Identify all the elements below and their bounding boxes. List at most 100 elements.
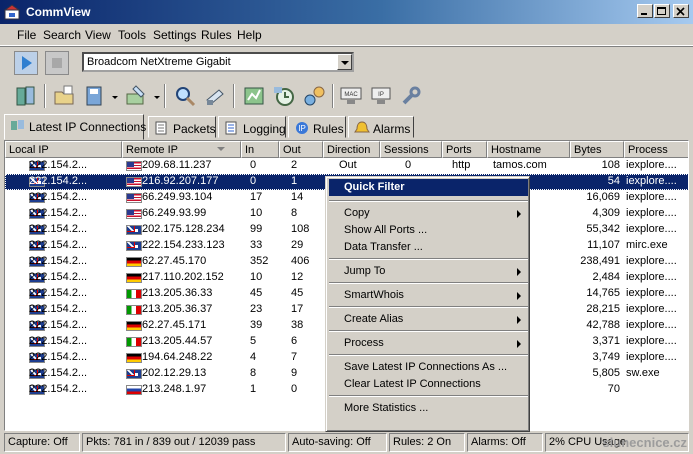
statistics-icon[interactable] (242, 84, 266, 108)
country-flag-icon (126, 353, 142, 363)
cell-bytes: 14,765 (586, 287, 620, 299)
view-tabs: Latest IP Connections Packets Logging IP… (0, 114, 693, 140)
cell-proc: iexplore.... (626, 223, 677, 235)
column-hostname[interactable]: Hostname (487, 141, 570, 158)
commview-app-icon (4, 4, 20, 20)
column-direction[interactable]: Direction (323, 141, 380, 158)
menu-item-quick-filter[interactable]: Quick Filter (329, 179, 528, 196)
menu-item-create-alias[interactable]: Create Alias (329, 311, 528, 328)
column-process[interactable]: Process (624, 141, 688, 158)
menu-item-clear-latest-ip-connections[interactable]: Clear Latest IP Connections (329, 376, 528, 393)
menu-tools[interactable]: Tools (118, 28, 146, 42)
menu-item-save-latest-ip-connections-as[interactable]: Save Latest IP Connections As ... (329, 359, 528, 376)
cell-in: 39 (250, 319, 263, 331)
menu-help[interactable]: Help (237, 28, 262, 42)
cell-remote: 213.205.44.57 (142, 335, 213, 347)
cell-bytes: 2,484 (592, 271, 620, 283)
cell-bytes: 16,069 (586, 191, 620, 203)
ip-aliases-icon[interactable] (302, 84, 326, 108)
cell-remote: 213.205.36.33 (142, 287, 213, 299)
toolbar-separator (332, 84, 334, 108)
menu-search[interactable]: Search (43, 28, 81, 42)
open-folder-icon[interactable] (53, 84, 77, 108)
menu-item-data-transfer[interactable]: Data Transfer ... (329, 239, 528, 256)
country-flag-icon (126, 241, 142, 251)
tab-packets[interactable]: Packets (148, 116, 216, 138)
cell-out: 108 (291, 223, 310, 235)
cell-bytes: 3,749 (592, 351, 620, 363)
column-bytes[interactable]: Bytes (570, 141, 624, 158)
menu-settings[interactable]: Settings (153, 28, 196, 42)
options-wrench-icon[interactable] (399, 84, 423, 108)
cell-out: 6 (291, 335, 298, 347)
cell-in: 23 (250, 303, 263, 315)
status-capture: Capture: Off (4, 433, 80, 452)
search-icon[interactable] (173, 84, 197, 108)
cell-in: 10 (250, 207, 263, 219)
maximize-button[interactable] (654, 4, 670, 18)
status-rules: Rules: 2 On (389, 433, 465, 452)
save-dropdown-arrow[interactable] (112, 96, 118, 99)
menu-item-process[interactable]: Process (329, 335, 528, 352)
cell-bytes: 108 (601, 159, 620, 171)
ip-icon[interactable]: IP (369, 84, 393, 108)
menu-item-smartwhois[interactable]: SmartWhois (329, 287, 528, 304)
country-flag-icon (126, 161, 142, 171)
filter-dropdown-arrow[interactable] (154, 96, 160, 99)
cell-local: 222.154.2... (29, 383, 88, 395)
menu-rules[interactable]: Rules (201, 28, 232, 42)
mac-aliases-icon[interactable]: MAC (339, 84, 363, 108)
tab-alarms[interactable]: Alarms (348, 116, 414, 138)
adapter-dropdown-arrow[interactable] (337, 54, 352, 70)
cell-proc: iexplore.... (626, 191, 677, 203)
column-ports[interactable]: Ports (442, 141, 487, 158)
column-in[interactable]: In (241, 141, 279, 158)
tab-logging[interactable]: Logging (218, 116, 286, 138)
start-capture-button[interactable] (14, 51, 38, 75)
menu-separator (329, 354, 528, 356)
reconstruct-icon[interactable] (203, 84, 227, 108)
country-flag-icon (126, 369, 142, 379)
cell-remote: 66.249.93.104 (142, 191, 213, 203)
menu-item-jump-to[interactable]: Jump To (329, 263, 528, 280)
cell-local: 222.154.2... (29, 287, 88, 299)
rules-tab-icon: IP (296, 122, 308, 134)
cell-proc: mirc.exe (626, 239, 668, 251)
status-packets: Pkts: 781 in / 839 out / 12039 pass (82, 433, 286, 452)
menu-view[interactable]: View (85, 28, 111, 42)
table-row[interactable]: 222.154.2... 209.68.11.237 0 2 Out 0 http tamos… (5, 158, 688, 174)
column-sessions[interactable]: Sessions (380, 141, 442, 158)
minimize-button[interactable] (637, 4, 653, 18)
cell-proc: iexplore.... (626, 271, 677, 283)
menu-item-copy[interactable]: Copy (329, 205, 528, 222)
menu-item-label: Data Transfer ... (344, 241, 423, 253)
stop-capture-button[interactable] (45, 51, 69, 75)
menu-separator (329, 258, 528, 260)
cell-in: 99 (250, 223, 263, 235)
menu-item-label: Create Alias (344, 313, 404, 325)
tab-latest-ip-connections[interactable]: Latest IP Connections (4, 114, 146, 140)
filter-icon[interactable] (124, 84, 148, 108)
column-out[interactable]: Out (279, 141, 323, 158)
cell-proc: iexplore.... (626, 207, 677, 219)
open-capture-icon[interactable] (14, 84, 38, 108)
cell-in: 17 (250, 191, 263, 203)
context-menu: Quick Filter Copy Show All Ports ... Data T… (325, 176, 530, 432)
column-local-ip[interactable]: Local IP (5, 141, 122, 158)
cell-out: 9 (291, 367, 298, 379)
cell-proc: iexplore.... (626, 175, 677, 187)
menu-file[interactable]: File (17, 28, 36, 42)
svg-text:IP: IP (378, 92, 384, 98)
menu-item-label: Copy (344, 207, 370, 219)
adapter-select[interactable]: Broadcom NetXtreme Gigabit (82, 52, 354, 72)
scheduler-icon[interactable] (272, 84, 296, 108)
tab-rules[interactable]: IP Rules (288, 116, 346, 138)
status-autosave: Auto-saving: Off (288, 433, 387, 452)
save-icon[interactable] (83, 84, 107, 108)
cell-local: 222.154.2... (29, 223, 88, 235)
menu-item-more-statistics[interactable]: More Statistics ... (329, 400, 528, 417)
country-flag-icon (126, 337, 142, 347)
close-button[interactable] (673, 4, 689, 18)
tab-label: Logging (243, 122, 286, 136)
menu-item-show-all-ports[interactable]: Show All Ports ... (329, 222, 528, 239)
